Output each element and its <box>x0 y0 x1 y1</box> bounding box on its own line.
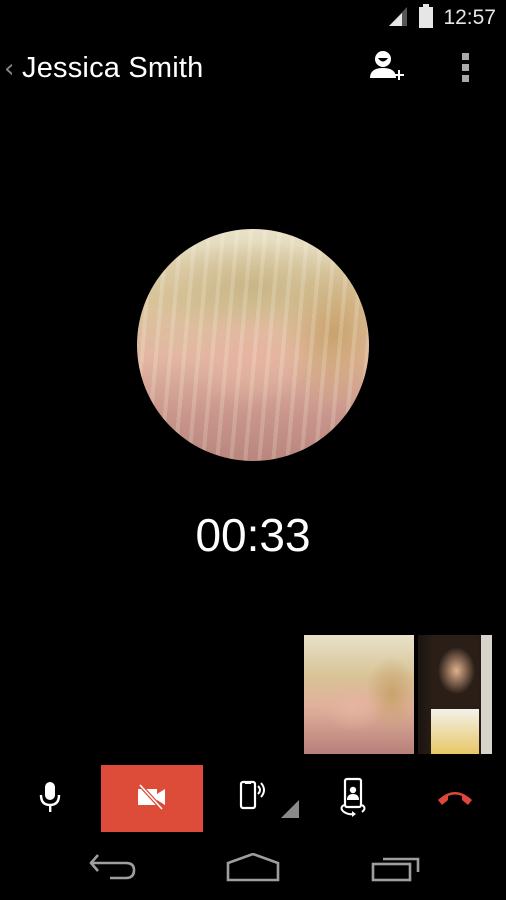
microphone-icon <box>38 781 62 817</box>
battery-icon <box>419 4 434 32</box>
participant-thumbnail-remote[interactable] <box>304 635 414 754</box>
switch-camera-button[interactable] <box>303 765 403 832</box>
end-call-button[interactable] <box>404 765 506 832</box>
home-icon <box>226 852 280 887</box>
contact-name-title[interactable]: Jessica Smith <box>22 52 204 85</box>
recents-button[interactable] <box>366 848 426 892</box>
video-off-icon <box>137 783 167 815</box>
overflow-menu-button[interactable] <box>442 46 490 94</box>
switch-camera-icon <box>338 777 368 821</box>
up-navigation-icon[interactable]: ‹ <box>4 54 14 84</box>
add-person-button[interactable] <box>362 46 410 94</box>
audio-output-button[interactable] <box>203 765 303 832</box>
participant-thumbnail-self[interactable] <box>418 635 492 754</box>
system-navigation-bar <box>0 840 506 900</box>
back-icon <box>88 853 138 887</box>
clock: 12:57 <box>443 6 496 29</box>
dropdown-indicator-icon <box>281 800 299 822</box>
back-button[interactable] <box>80 848 146 892</box>
recents-icon <box>371 853 421 887</box>
toggle-camera-button[interactable] <box>101 765 203 832</box>
action-bar: ‹ Jessica Smith <box>0 40 506 100</box>
signal-icon <box>387 5 409 31</box>
call-controls <box>0 765 506 832</box>
home-button[interactable] <box>222 848 284 892</box>
call-duration: 00:33 <box>195 509 311 561</box>
add-person-icon <box>366 48 406 92</box>
mute-microphone-button[interactable] <box>0 765 100 832</box>
remote-participant-avatar <box>137 229 369 461</box>
hang-up-icon <box>436 788 474 810</box>
more-vert-icon <box>461 53 471 87</box>
status-bar: 12:57 <box>0 0 506 36</box>
phone-speaker-icon <box>238 780 268 818</box>
